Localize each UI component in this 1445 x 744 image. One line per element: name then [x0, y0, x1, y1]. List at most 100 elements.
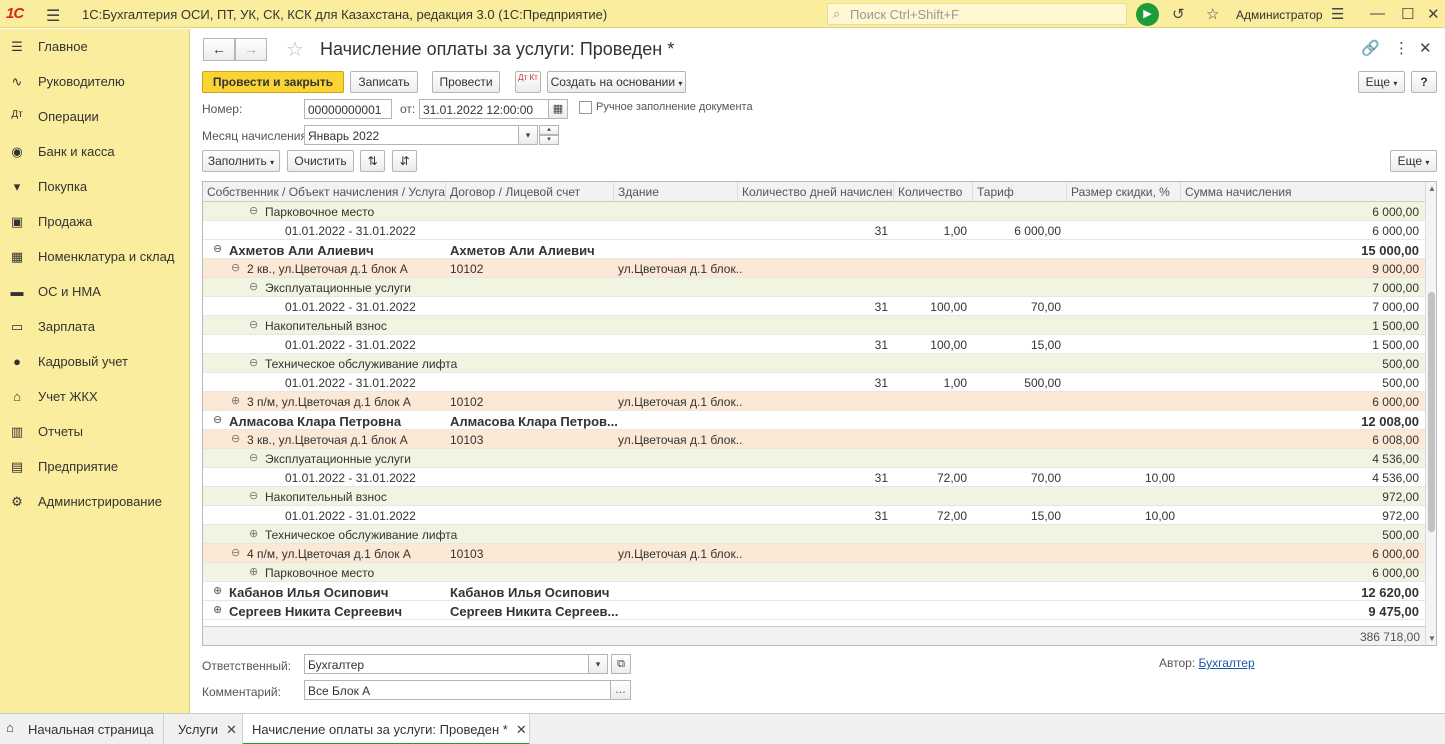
- col-tariff[interactable]: Тариф: [973, 182, 1067, 202]
- table-row[interactable]: 01.01.2022 - 31.01.2022 31 72,00 15,00 10,00…: [203, 506, 1425, 525]
- help-button[interactable]: ?: [1411, 71, 1437, 93]
- settings-menu-icon[interactable]: ☰: [1331, 5, 1344, 23]
- table-row[interactable]: ⊖ Эксплуатационные услуги 4 536,00: [203, 449, 1425, 468]
- back-button[interactable]: ←: [203, 38, 235, 61]
- responsible-field[interactable]: Бухгалтер: [304, 654, 589, 674]
- table-row[interactable]: ⊖ Эксплуатационные услуги 7 000,00: [203, 278, 1425, 297]
- number-field[interactable]: 00000000001: [304, 99, 392, 119]
- table-more-button[interactable]: Еще ▾: [1390, 150, 1437, 172]
- sort-ascending-icon[interactable]: ⇅: [360, 150, 385, 172]
- sidebar-item-inventory[interactable]: ▦ Номенклатура и склад: [0, 249, 190, 284]
- more-vertical-icon[interactable]: ⋮: [1394, 39, 1409, 57]
- table-row[interactable]: ⊕ Парковочное место 6 000,00: [203, 563, 1425, 582]
- col-sum[interactable]: Сумма начисления: [1181, 182, 1425, 202]
- sidebar-item-reports[interactable]: ▥ Отчеты: [0, 424, 190, 459]
- table-row[interactable]: ⊕ 3 п/м, ул.Цветочая д.1 блок А 10102 ул.Цв…: [203, 392, 1425, 411]
- table-scrollbar[interactable]: ▲ ▼: [1425, 182, 1436, 645]
- comment-ellipsis-icon[interactable]: …: [610, 680, 631, 700]
- collapse-icon[interactable]: ⊖: [249, 318, 260, 331]
- author-link[interactable]: Бухгалтер: [1199, 656, 1255, 670]
- table-row[interactable]: ⊖ Парковочное место 6 000,00: [203, 202, 1425, 221]
- close-tab-icon[interactable]: ✕: [226, 722, 237, 737]
- scroll-down-icon[interactable]: ▼: [1428, 634, 1436, 643]
- manual-fill-checkbox[interactable]: [579, 101, 592, 114]
- collapse-icon[interactable]: ⊖: [231, 432, 242, 445]
- table-row[interactable]: 01.01.2022 - 31.01.2022 31 100,00 15,00 1 50…: [203, 335, 1425, 354]
- fill-button[interactable]: Заполнить ▾: [202, 150, 280, 172]
- close-tab-icon[interactable]: ✕: [516, 722, 527, 737]
- sidebar-item-bank[interactable]: ◉ Банк и касса: [0, 144, 190, 179]
- table-row[interactable]: 01.01.2022 - 31.01.2022 31 100,00 70,00 7 00…: [203, 297, 1425, 316]
- tab-services[interactable]: Услуги ✕: [164, 714, 243, 744]
- tab-home[interactable]: ⌂ Начальная страница: [0, 714, 164, 744]
- table-row[interactable]: ⊖ 2 кв., ул.Цветочая д.1 блок А 10102 ул.Цв…: [203, 259, 1425, 278]
- table-row[interactable]: ⊖ 4 п/м, ул.Цветочая д.1 блок А 10103 ул.Цв…: [203, 544, 1425, 563]
- sort-descending-icon[interactable]: ⇵: [392, 150, 417, 172]
- collapse-icon[interactable]: ⊖: [249, 489, 260, 502]
- responsible-dropdown-chevron-icon[interactable]: ▾: [588, 654, 608, 674]
- collapse-icon[interactable]: ⊖: [249, 451, 260, 464]
- table-row[interactable]: ⊖ Накопительный взнос 972,00: [203, 487, 1425, 506]
- month-down-icon[interactable]: ▾: [539, 135, 559, 145]
- sidebar-item-assets[interactable]: ▬ ОС и НМА: [0, 284, 190, 319]
- table-row[interactable]: ⊖ Техническое обслуживание лифта 500,00: [203, 354, 1425, 373]
- close-icon[interactable]: ✕: [1427, 5, 1440, 23]
- collapse-icon[interactable]: ⊖: [213, 413, 224, 426]
- expand-icon[interactable]: ⊕: [213, 584, 224, 597]
- more-button[interactable]: Еще ▾: [1358, 71, 1405, 93]
- maximize-icon[interactable]: ☐: [1401, 5, 1414, 23]
- col-contract[interactable]: Договор / Лицевой счет: [446, 182, 614, 202]
- table-row[interactable]: ⊖ Накопительный взнос 1 500,00: [203, 316, 1425, 335]
- table-row[interactable]: ⊖ 3 кв., ул.Цветочая д.1 блок А 10103 ул.Цв…: [203, 430, 1425, 449]
- sidebar-item-purchase[interactable]: ▾ Покупка: [0, 179, 190, 214]
- sidebar-item-sales[interactable]: ▣ Продажа: [0, 214, 190, 249]
- tab-document[interactable]: Начисление оплаты за услуги: Проведен * ✕: [243, 714, 530, 744]
- comment-field[interactable]: Все Блок А: [304, 680, 611, 700]
- date-field[interactable]: 31.01.2022 12:00:00: [419, 99, 549, 119]
- table-row[interactable]: 01.01.2022 - 31.01.2022 31 72,00 70,00 10,00…: [203, 468, 1425, 487]
- table-row[interactable]: 01.01.2022 - 31.01.2022 31 1,00 6 000,00 6 0…: [203, 221, 1425, 240]
- table-row[interactable]: 01.01.2022 - 31.01.2022 31 1,00 500,00 500,0…: [203, 373, 1425, 392]
- link-icon[interactable]: 🔗: [1361, 39, 1380, 57]
- dt-kt-button[interactable]: Дт Кт: [515, 71, 541, 93]
- open-responsible-icon[interactable]: ⧉: [611, 654, 631, 674]
- month-field[interactable]: Январь 2022: [304, 125, 519, 145]
- favorites-star-icon[interactable]: ☆: [1206, 5, 1219, 23]
- month-up-icon[interactable]: ▴: [539, 125, 559, 135]
- sidebar-item-hr[interactable]: ● Кадровый учет: [0, 354, 190, 389]
- sidebar-item-salary[interactable]: ▭ Зарплата: [0, 319, 190, 354]
- charges-table[interactable]: Собственник / Объект начисления / Услуга…: [202, 181, 1437, 646]
- col-building[interactable]: Здание: [614, 182, 738, 202]
- table-row[interactable]: ⊕ Сергеев Никита Сергеевич Сергеев Никита …: [203, 601, 1425, 620]
- table-row[interactable]: ⊕ Техническое обслуживание лифта 500,00: [203, 525, 1425, 544]
- post-button[interactable]: Провести: [432, 71, 500, 93]
- sidebar-item-admin[interactable]: ⚙ Администрирование: [0, 494, 190, 529]
- collapse-icon[interactable]: ⊖: [231, 546, 242, 559]
- play-icon[interactable]: ▶: [1136, 3, 1159, 26]
- scroll-up-icon[interactable]: ▲: [1428, 184, 1436, 193]
- sidebar-item-manager[interactable]: ∿ Руководителю: [0, 74, 190, 109]
- sidebar-item-enterprise[interactable]: ▤ Предприятие: [0, 459, 190, 494]
- sidebar-item-main[interactable]: ☰ Главное: [0, 39, 190, 74]
- expand-icon[interactable]: ⊕: [231, 394, 242, 407]
- main-menu-icon[interactable]: ☰: [46, 6, 60, 26]
- post-and-close-button[interactable]: Провести и закрыть: [202, 71, 344, 93]
- forward-button[interactable]: →: [235, 38, 267, 61]
- expand-icon[interactable]: ⊕: [249, 527, 260, 540]
- month-dropdown-chevron-icon[interactable]: ▾: [518, 125, 538, 145]
- collapse-icon[interactable]: ⊖: [249, 204, 260, 217]
- close-form-icon[interactable]: ✕: [1419, 39, 1432, 57]
- expand-icon[interactable]: ⊕: [249, 565, 260, 578]
- table-row[interactable]: ⊖ Ахметов Али Алиевич Ахметов Али Алиевич 1…: [203, 240, 1425, 259]
- col-owner[interactable]: Собственник / Объект начисления / Услуга…: [203, 182, 446, 202]
- collapse-icon[interactable]: ⊖: [249, 280, 260, 293]
- col-quantity[interactable]: Количество: [894, 182, 973, 202]
- collapse-icon[interactable]: ⊖: [249, 356, 260, 369]
- create-based-on-button[interactable]: Создать на основании ▾: [547, 71, 686, 93]
- save-button[interactable]: Записать: [350, 71, 418, 93]
- sidebar-item-operations[interactable]: Дт Операции: [0, 109, 190, 144]
- col-discount[interactable]: Размер скидки, %: [1067, 182, 1181, 202]
- clear-button[interactable]: Очистить: [287, 150, 354, 172]
- collapse-icon[interactable]: ⊖: [213, 242, 224, 255]
- expand-icon[interactable]: ⊕: [213, 603, 224, 616]
